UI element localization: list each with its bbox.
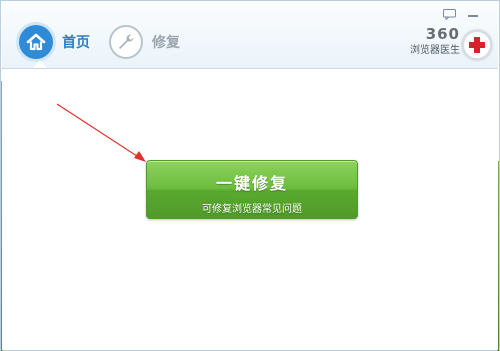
brand-number: 360: [425, 25, 460, 43]
brand-name: 浏览器医生: [410, 45, 460, 56]
red-cross-icon: [462, 30, 492, 60]
minimize-icon[interactable]: [466, 8, 480, 20]
fix-button-subtitle: 可修复浏览器常见问题: [202, 204, 302, 215]
window-controls: [442, 8, 480, 20]
home-icon: [19, 25, 53, 59]
one-click-repair-button[interactable]: 一键修复 可修复浏览器常见问题: [146, 160, 358, 219]
brand-block: 360 浏览器医生: [400, 26, 460, 57]
nav-home[interactable]: 首页: [19, 22, 90, 62]
fix-button-title: 一键修复: [215, 174, 288, 193]
active-tab-pointer: [33, 60, 47, 68]
nav-repair[interactable]: 修复: [109, 22, 180, 62]
header-bar: 首页 修复 360 浏览器医生: [2, 2, 498, 69]
wrench-icon: [109, 25, 143, 59]
nav-repair-label: 修复: [152, 35, 180, 51]
nav-home-label: 首页: [62, 35, 90, 51]
message-icon[interactable]: [442, 8, 456, 20]
